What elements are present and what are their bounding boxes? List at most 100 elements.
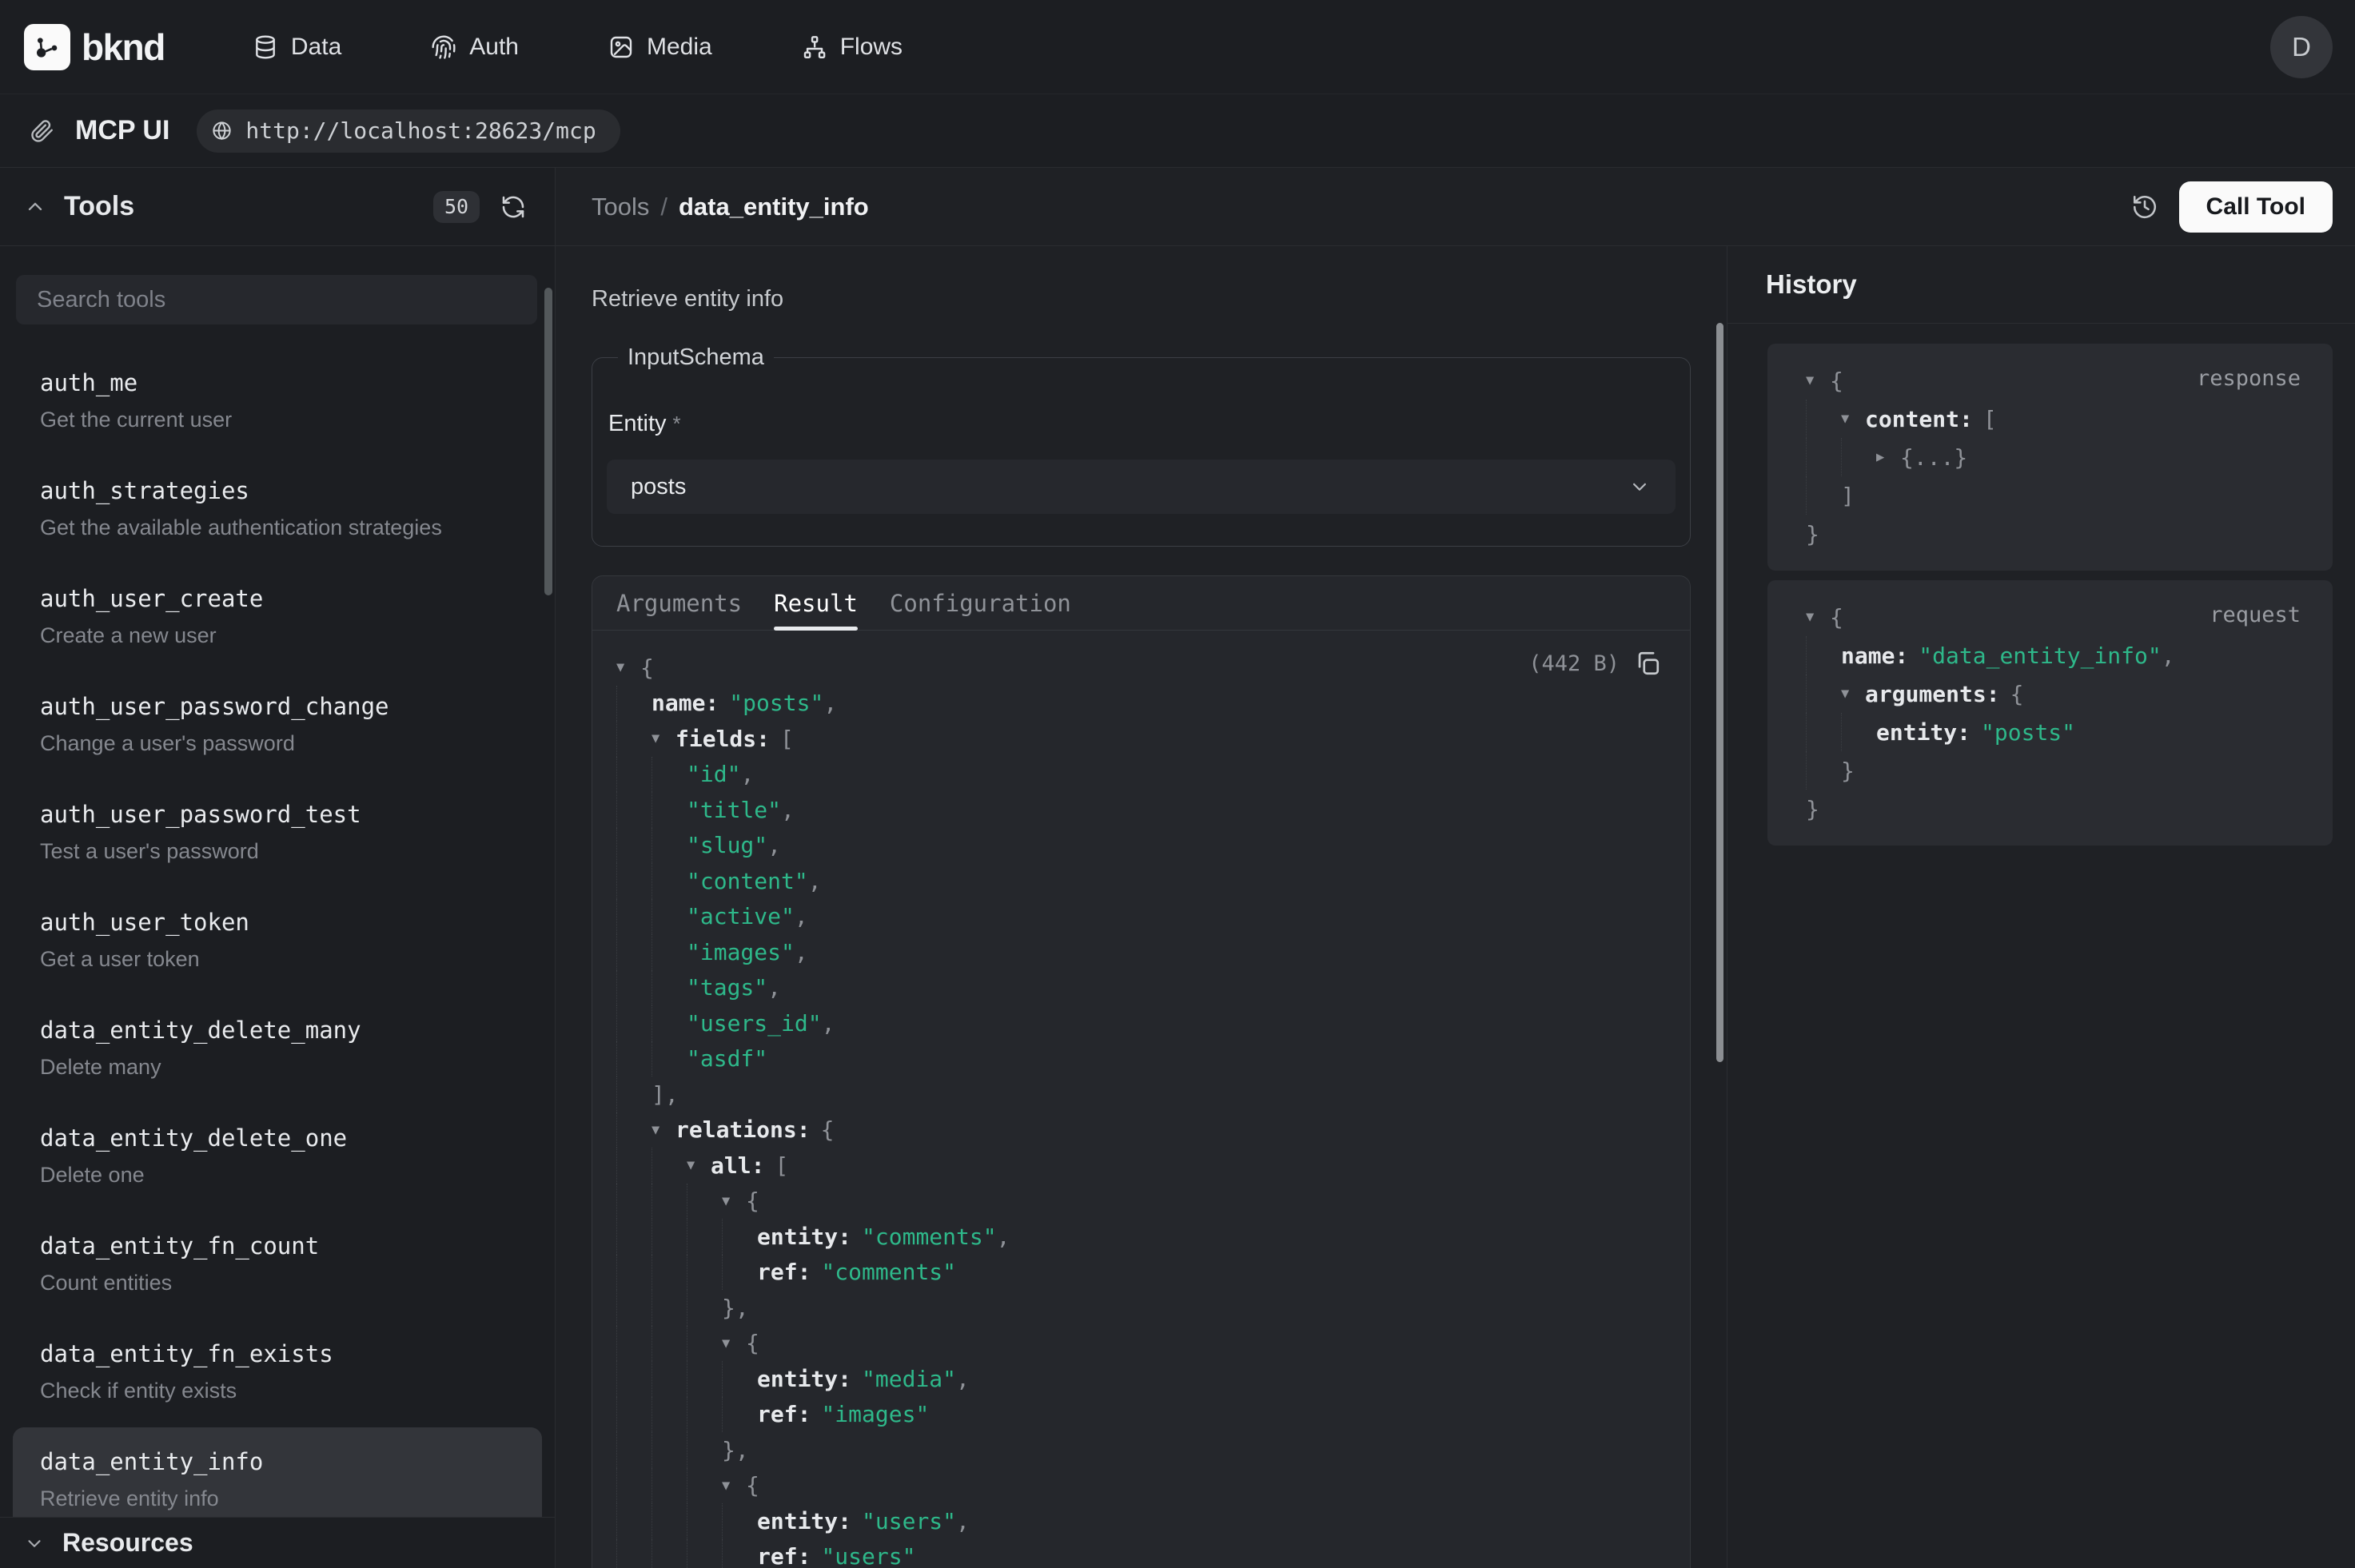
- json-token: {: [746, 1330, 759, 1356]
- indent-guide: [687, 1503, 722, 1539]
- expand-triangle-icon[interactable]: ▶: [1876, 449, 1900, 465]
- json-line: "id",: [616, 757, 1661, 793]
- indent-guide: [616, 792, 652, 828]
- json-line: },: [616, 1290, 1661, 1326]
- tool-list-item[interactable]: data_entity_fn_exists Check if entity ex…: [13, 1319, 542, 1427]
- indent-guide: [652, 828, 687, 864]
- json-token: },: [722, 1437, 749, 1463]
- collapse-triangle-icon[interactable]: ▼: [652, 1122, 675, 1138]
- json-line: "users_id",: [616, 1005, 1661, 1041]
- entity-select[interactable]: posts: [607, 460, 1676, 514]
- indent-guide: [616, 1397, 652, 1433]
- user-avatar[interactable]: D: [2270, 16, 2333, 78]
- json-line: ▼{: [616, 650, 1661, 686]
- history-panel: History response ▼{▼content:[▶{...}]} re…: [1727, 246, 2355, 1568]
- json-token: {: [1830, 368, 1843, 394]
- json-token: "users_id": [687, 1010, 822, 1037]
- indent-guide: [722, 1219, 757, 1255]
- image-icon: [608, 34, 634, 60]
- collapse-triangle-icon[interactable]: ▼: [1841, 411, 1865, 427]
- indent-guide: [616, 1077, 652, 1112]
- copy-button[interactable]: [1634, 650, 1661, 677]
- json-token: "slug": [687, 832, 767, 858]
- json-line: }: [1806, 790, 2301, 828]
- json-line: "content",: [616, 863, 1661, 899]
- tool-list-item[interactable]: auth_user_password_test Test a user's pa…: [13, 780, 542, 888]
- json-line: ▼all:[: [616, 1148, 1661, 1184]
- tool-name: auth_user_password_change: [40, 693, 528, 720]
- tool-list-item[interactable]: auth_me Get the current user: [13, 348, 542, 456]
- history-entry-label: response: [2197, 366, 2301, 391]
- tool-list-item[interactable]: auth_user_create Create a new user: [13, 564, 542, 672]
- indent-guide: [652, 792, 687, 828]
- mcp-subheader: MCP UI http://localhost:28623/mcp: [0, 94, 2355, 168]
- indent-guide: [616, 1005, 652, 1041]
- search-input[interactable]: [16, 287, 537, 313]
- sidebar-scrollbar[interactable]: [544, 288, 552, 595]
- json-token: entity:: [757, 1366, 851, 1392]
- tool-list-item[interactable]: auth_user_password_change Change a user'…: [13, 672, 542, 780]
- tab-arguments[interactable]: Arguments: [616, 576, 742, 630]
- indent-guide: [616, 1041, 652, 1077]
- collapse-triangle-icon[interactable]: ▼: [722, 1193, 746, 1209]
- json-token: }: [1841, 758, 1855, 784]
- tool-description: Get a user token: [40, 947, 528, 972]
- json-token: "users": [821, 1543, 915, 1568]
- indent-guide: [616, 1503, 652, 1539]
- collapse-triangle-icon[interactable]: ▼: [1841, 686, 1865, 702]
- tab-configuration[interactable]: Configuration: [890, 576, 1071, 630]
- tab-result[interactable]: Result: [774, 576, 858, 630]
- tools-header-label: Tools: [64, 191, 134, 222]
- tool-name: data_entity_fn_exists: [40, 1340, 528, 1367]
- indent-guide: [1841, 438, 1876, 476]
- nav-item-data[interactable]: Data: [253, 34, 341, 61]
- indent-guide: [1806, 751, 1841, 790]
- tool-list-item[interactable]: data_entity_fn_count Count entities: [13, 1212, 542, 1319]
- tools-section-header[interactable]: Tools 50: [0, 168, 555, 246]
- tool-list-item[interactable]: auth_user_token Get a user token: [13, 888, 542, 996]
- main-scrollbar[interactable]: [1716, 323, 1723, 1062]
- indent-guide: [652, 1005, 687, 1041]
- tool-list-item[interactable]: data_entity_info Retrieve entity info: [13, 1427, 542, 1517]
- history-button[interactable]: [2131, 193, 2158, 221]
- collapse-triangle-icon[interactable]: ▼: [616, 659, 640, 675]
- bknd-logo[interactable]: bknd: [24, 24, 165, 70]
- tool-list-item[interactable]: auth_strategies Get the available authen…: [13, 456, 542, 564]
- json-line: ▼{: [616, 1468, 1661, 1504]
- indent-guide: [687, 1219, 722, 1255]
- history-json-viewer: ▼{name:"data_entity_info",▼arguments:{en…: [1806, 598, 2301, 828]
- json-token: "users": [862, 1508, 956, 1534]
- tool-description: Test a user's password: [40, 839, 528, 864]
- tool-list-item[interactable]: data_entity_delete_many Delete many: [13, 996, 542, 1104]
- indent-guide: [652, 757, 687, 793]
- tool-list-item[interactable]: data_entity_delete_one Delete one: [13, 1104, 542, 1212]
- history-entry-request[interactable]: request ▼{name:"data_entity_info",▼argum…: [1767, 580, 2333, 846]
- collapse-triangle-icon[interactable]: ▼: [722, 1478, 746, 1494]
- call-tool-button[interactable]: Call Tool: [2179, 181, 2333, 233]
- tool-name: auth_user_password_test: [40, 801, 528, 828]
- json-token: fields:: [675, 726, 770, 752]
- collapse-triangle-icon[interactable]: ▼: [687, 1157, 711, 1173]
- nav-item-flows[interactable]: Flows: [802, 34, 903, 61]
- indent-guide: [652, 1432, 687, 1468]
- indent-guide: [722, 1539, 757, 1568]
- nav-item-auth[interactable]: Auth: [431, 34, 519, 61]
- collapse-triangle-icon[interactable]: ▼: [1806, 372, 1830, 388]
- tab-bar: Arguments Result Configuration: [592, 576, 1690, 631]
- input-schema-fieldset: InputSchema Entity* posts: [592, 344, 1691, 547]
- collapse-triangle-icon[interactable]: ▼: [722, 1335, 746, 1351]
- breadcrumb-section[interactable]: Tools: [592, 193, 649, 221]
- database-icon: [253, 34, 278, 60]
- history-entry-response[interactable]: response ▼{▼content:[▶{...}]}: [1767, 344, 2333, 571]
- indent-guide: [687, 1290, 722, 1326]
- tool-toolbar: Tools / data_entity_info Call Tool: [556, 168, 2355, 246]
- collapse-triangle-icon[interactable]: ▼: [1806, 609, 1830, 625]
- json-token: entity:: [1876, 719, 1970, 746]
- mcp-url-pill[interactable]: http://localhost:28623/mcp: [197, 109, 620, 153]
- json-token: arguments:: [1865, 681, 2000, 707]
- nav-item-media[interactable]: Media: [608, 34, 712, 61]
- tool-detail-pane: Retrieve entity info InputSchema Entity*…: [556, 246, 1727, 1568]
- collapse-triangle-icon[interactable]: ▼: [652, 730, 675, 746]
- resources-section-header[interactable]: Resources: [0, 1517, 555, 1568]
- refresh-tools-button[interactable]: [500, 194, 526, 220]
